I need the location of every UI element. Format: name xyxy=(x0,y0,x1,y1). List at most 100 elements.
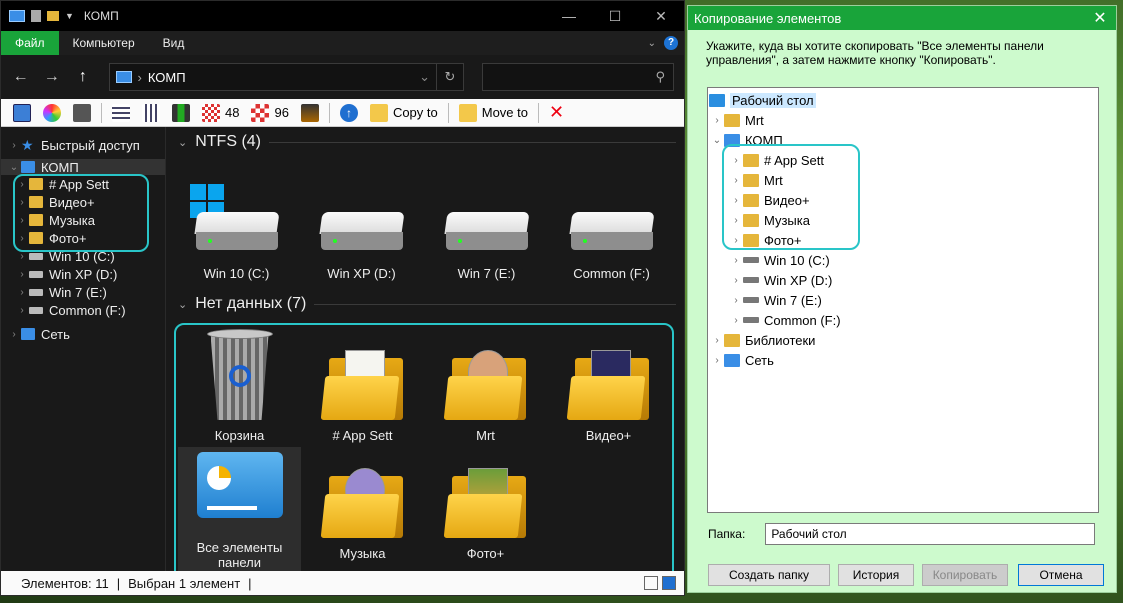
nav-drive-e[interactable]: › Win 7 (E:) xyxy=(1,283,165,301)
video-folder-icon xyxy=(566,350,649,420)
new-folder-button[interactable]: Создать папку xyxy=(708,564,830,586)
address-dropdown-icon[interactable]: ⌄ xyxy=(419,69,430,85)
expand-icon[interactable]: › xyxy=(7,140,21,151)
move-to-button[interactable]: Move to xyxy=(455,101,532,125)
dialog-close-button[interactable]: ✕ xyxy=(1084,8,1116,28)
drive-icon xyxy=(743,297,759,303)
new-folder-icon[interactable] xyxy=(47,11,59,21)
calculator-button[interactable] xyxy=(69,101,95,125)
drive-label: Win XP (D:) xyxy=(327,266,396,281)
tree-label: Win 7 (E:) xyxy=(764,292,822,308)
cancel-button[interactable]: Отмена xyxy=(1018,564,1104,586)
dialog-buttons: Создать папку История Копировать Отмена xyxy=(708,564,1104,586)
breadcrumb-pc[interactable]: КОМП xyxy=(148,70,186,85)
group-title: NTFS (4) xyxy=(195,133,261,150)
properties-icon[interactable] xyxy=(31,10,41,22)
tab-file[interactable]: Файл xyxy=(1,31,59,55)
window-controls: — ☐ ✕ xyxy=(546,1,684,31)
tree-item-network[interactable]: › Сеть xyxy=(708,350,1098,370)
drive-item[interactable]: Win XP (D:) xyxy=(299,181,424,281)
thumbnail-button[interactable] xyxy=(297,101,323,125)
folder-tree[interactable]: Рабочий стол › Mrt ⌄ КОМП › # App Sett › Mrt… xyxy=(707,87,1099,513)
ribbon-right: ⌄ ? xyxy=(648,36,684,50)
folder-icon xyxy=(320,350,403,420)
search-input[interactable]: ⚲ xyxy=(481,63,675,91)
tree-label: Сеть xyxy=(745,352,774,368)
qa-dropdown-icon[interactable]: ▼ xyxy=(65,11,74,21)
help-icon[interactable]: ? xyxy=(664,36,678,50)
drive-item[interactable]: Win 10 (C:) xyxy=(174,181,299,281)
pane-toggle-button[interactable] xyxy=(9,101,35,125)
icons-96-button[interactable]: 96 xyxy=(247,101,292,125)
up-level-button[interactable]: ↑ xyxy=(336,101,362,125)
toolbar-separator xyxy=(538,102,539,123)
tree-label: Рабочий стол xyxy=(730,92,816,108)
navigation-bar: ← → ↑ › КОМП ⌄ ↻ ⚲ xyxy=(1,55,684,99)
explorer-body: › ★ Быстрый доступ ⌄ КОМП › # App Sett › Виде… xyxy=(1,127,684,593)
tree-item-drive-f[interactable]: › Common (F:) xyxy=(708,310,1098,330)
nav-drive-f[interactable]: › Common (F:) xyxy=(1,301,165,319)
expand-ribbon-icon[interactable]: ⌄ xyxy=(648,38,656,49)
color-settings-button[interactable] xyxy=(39,101,65,125)
drive-item[interactable]: Common (F:) xyxy=(549,181,674,281)
tab-computer[interactable]: Компьютер xyxy=(59,31,149,55)
delete-icon: ✕ xyxy=(549,102,565,122)
details-view-icon[interactable] xyxy=(644,576,658,590)
control-panel-icon xyxy=(196,452,283,518)
copy-button[interactable]: Копировать xyxy=(922,564,1008,586)
nav-label: Win XP (D:) xyxy=(49,266,118,282)
expand-icon[interactable]: › xyxy=(710,115,724,126)
delete-button[interactable]: ✕ xyxy=(545,101,568,125)
icons-96-label: 96 xyxy=(274,105,289,120)
icons-48-button[interactable]: 48 xyxy=(198,101,243,125)
tree-item-desktop[interactable]: Рабочий стол xyxy=(708,90,1098,110)
large-icons-view-icon[interactable] xyxy=(662,576,676,590)
columns-button[interactable] xyxy=(168,101,194,125)
up-button[interactable]: ↑ xyxy=(73,68,92,86)
close-button[interactable]: ✕ xyxy=(638,1,684,31)
group-header-nodata[interactable]: ⌄ Нет данных (7) xyxy=(174,293,676,315)
tree-item-libraries[interactable]: › Библиотеки xyxy=(708,330,1098,350)
copy-to-button[interactable]: Copy to xyxy=(366,101,442,125)
recycle-bin-icon xyxy=(206,329,273,420)
list-view-button[interactable] xyxy=(138,101,164,125)
history-button[interactable]: История xyxy=(838,564,914,586)
copy-items-dialog: Копирование элементов ✕ Укажите, куда вы… xyxy=(687,5,1117,593)
star-icon: ★ xyxy=(21,137,34,153)
drive-icon xyxy=(318,212,405,252)
explorer-window: ▼ КОМП — ☐ ✕ Файл Компьютер Вид ⌄ ? ← → … xyxy=(0,0,685,596)
ribbon-tabs: Файл Компьютер Вид ⌄ ? xyxy=(1,31,684,55)
photo-folder-icon xyxy=(443,468,526,538)
tree-item-drive-e[interactable]: › Win 7 (E:) xyxy=(708,290,1098,310)
forward-button[interactable]: → xyxy=(42,68,61,86)
tree-label: Библиотеки xyxy=(745,332,816,348)
tree-item-drive-d[interactable]: › Win XP (D:) xyxy=(708,270,1098,290)
collapse-icon[interactable]: ⌄ xyxy=(7,162,21,173)
folder-label: Папка: xyxy=(708,527,746,541)
details-view-button[interactable] xyxy=(108,101,134,125)
back-button[interactable]: ← xyxy=(11,68,30,86)
breadcrumb-chevron-icon[interactable]: › xyxy=(138,70,142,85)
maximize-button[interactable]: ☐ xyxy=(592,1,638,31)
minimize-button[interactable]: — xyxy=(546,1,592,31)
network-icon xyxy=(21,328,35,340)
icons-48-label: 48 xyxy=(225,105,240,120)
refresh-button[interactable]: ↻ xyxy=(436,63,464,91)
collapse-icon[interactable]: ⌄ xyxy=(710,135,724,146)
address-bar[interactable]: › КОМП ⌄ xyxy=(108,63,437,91)
collapse-icon[interactable]: ⌄ xyxy=(178,136,187,149)
folder-field[interactable] xyxy=(765,523,1096,545)
nav-drive-d[interactable]: › Win XP (D:) xyxy=(1,265,165,283)
drive-item[interactable]: Win 7 (E:) xyxy=(424,181,549,281)
tab-view[interactable]: Вид xyxy=(149,31,199,55)
move-to-label: Move to xyxy=(481,105,528,120)
collapse-icon[interactable]: ⌄ xyxy=(178,298,187,311)
nav-network[interactable]: › Сеть xyxy=(1,325,165,343)
tree-item-mrt[interactable]: › Mrt xyxy=(708,110,1098,130)
status-bar: Элементов: 11 | Выбран 1 элемент | xyxy=(1,571,684,595)
tree-item-drive-c[interactable]: › Win 10 (C:) xyxy=(708,250,1098,270)
group-header-ntfs[interactable]: ⌄ NTFS (4) xyxy=(174,131,676,153)
nav-quick-access[interactable]: › ★ Быстрый доступ xyxy=(1,133,165,157)
nav-label: КОМП xyxy=(41,159,79,175)
nav-this-pc[interactable]: ⌄ КОМП xyxy=(1,159,165,175)
